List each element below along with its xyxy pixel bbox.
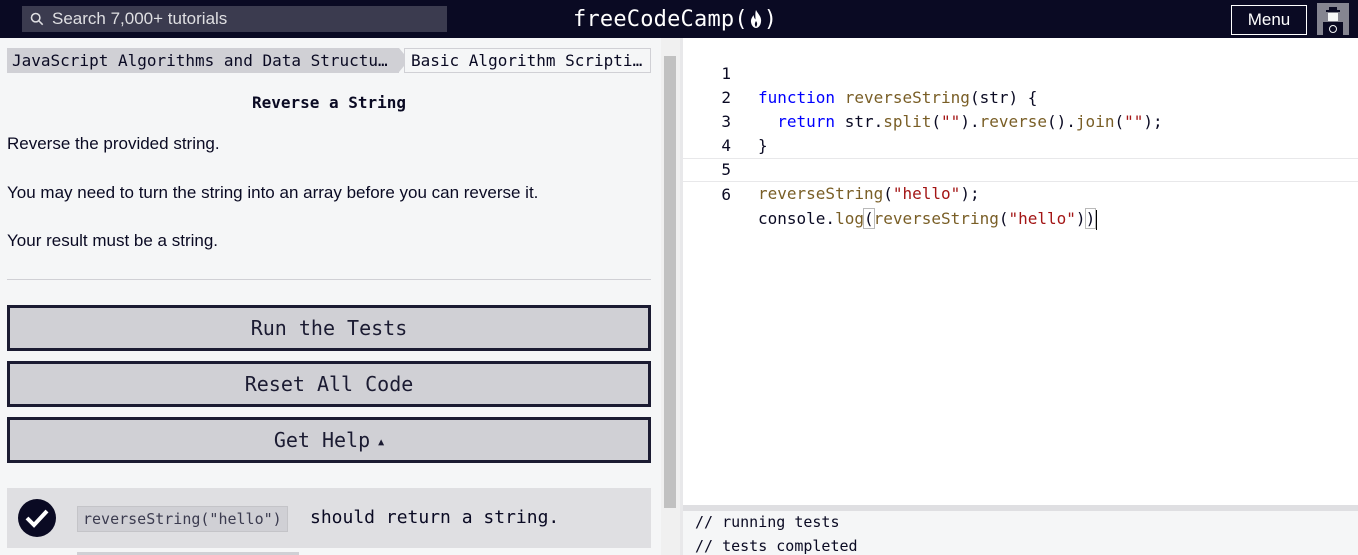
- logo-text-left: freeCodeCamp(: [573, 6, 748, 32]
- code-editor[interactable]: 1 function reverseString(str) { 2 return…: [683, 38, 1358, 505]
- code-line: 2 return str.split("").reverse().join(""…: [683, 62, 1358, 131]
- code-line: 4: [683, 110, 1358, 155]
- search-input[interactable]: [52, 6, 447, 32]
- user-avatar-icon: [1323, 7, 1343, 35]
- breadcrumb: JavaScript Algorithms and Data Structure…: [7, 48, 651, 73]
- instructions-scrollbar[interactable]: [661, 38, 680, 555]
- test-code: reverseString("hello"): [77, 506, 288, 532]
- instructions-panel: JavaScript Algorithms and Data Structure…: [0, 38, 661, 555]
- breadcrumb-superblock[interactable]: JavaScript Algorithms and Data Structure…: [7, 48, 399, 73]
- get-help-button[interactable]: Get Help ▲: [7, 417, 651, 463]
- code-line: 1 function reverseString(str) {: [683, 38, 1358, 107]
- description-paragraph: You may need to turn the string into an …: [7, 183, 539, 202]
- output-console: // running tests // tests completed: [683, 511, 1358, 555]
- divider: [7, 279, 651, 280]
- search-icon: [22, 6, 52, 32]
- search-bar[interactable]: [22, 6, 447, 32]
- fcc-logo[interactable]: freeCodeCamp( ): [573, 4, 777, 34]
- description-paragraph: Your result must be a string.: [7, 231, 219, 250]
- scrollbar-thumb[interactable]: [664, 56, 676, 508]
- breadcrumb-block[interactable]: Basic Algorithm Scripting: [404, 48, 651, 73]
- console-line: // tests completed: [695, 537, 858, 555]
- logo-text-right: ): [763, 6, 778, 32]
- flame-icon: [749, 9, 763, 29]
- test-text: should return a string.: [310, 507, 560, 528]
- line-number: 6: [721, 185, 731, 204]
- test-result-item: reverseString("hello") should return a s…: [7, 488, 651, 548]
- top-nav: freeCodeCamp( ) Menu: [0, 0, 1358, 38]
- caret-up-icon: ▲: [378, 436, 385, 448]
- challenge-title: Reverse a String: [251, 93, 407, 112]
- console-line: // running tests: [695, 513, 840, 531]
- avatar[interactable]: [1317, 3, 1349, 35]
- code-line: 5 reverseString("hello");: [683, 134, 1358, 203]
- check-icon: [18, 499, 56, 537]
- text-cursor: [1096, 209, 1098, 230]
- code-line: 3 }: [683, 86, 1358, 155]
- description-paragraph: Reverse the provided string.: [7, 134, 220, 153]
- code-line-active: 6 console.log(reverseString("hello")): [683, 158, 1358, 230]
- code-text: console.log(reverseString("hello")): [758, 208, 1098, 230]
- menu-button[interactable]: Menu: [1231, 5, 1307, 35]
- code-text: reverseString("hello");: [758, 184, 980, 203]
- reset-code-button[interactable]: Reset All Code: [7, 361, 651, 407]
- run-tests-button[interactable]: Run the Tests: [7, 305, 651, 351]
- get-help-label: Get Help: [273, 428, 371, 452]
